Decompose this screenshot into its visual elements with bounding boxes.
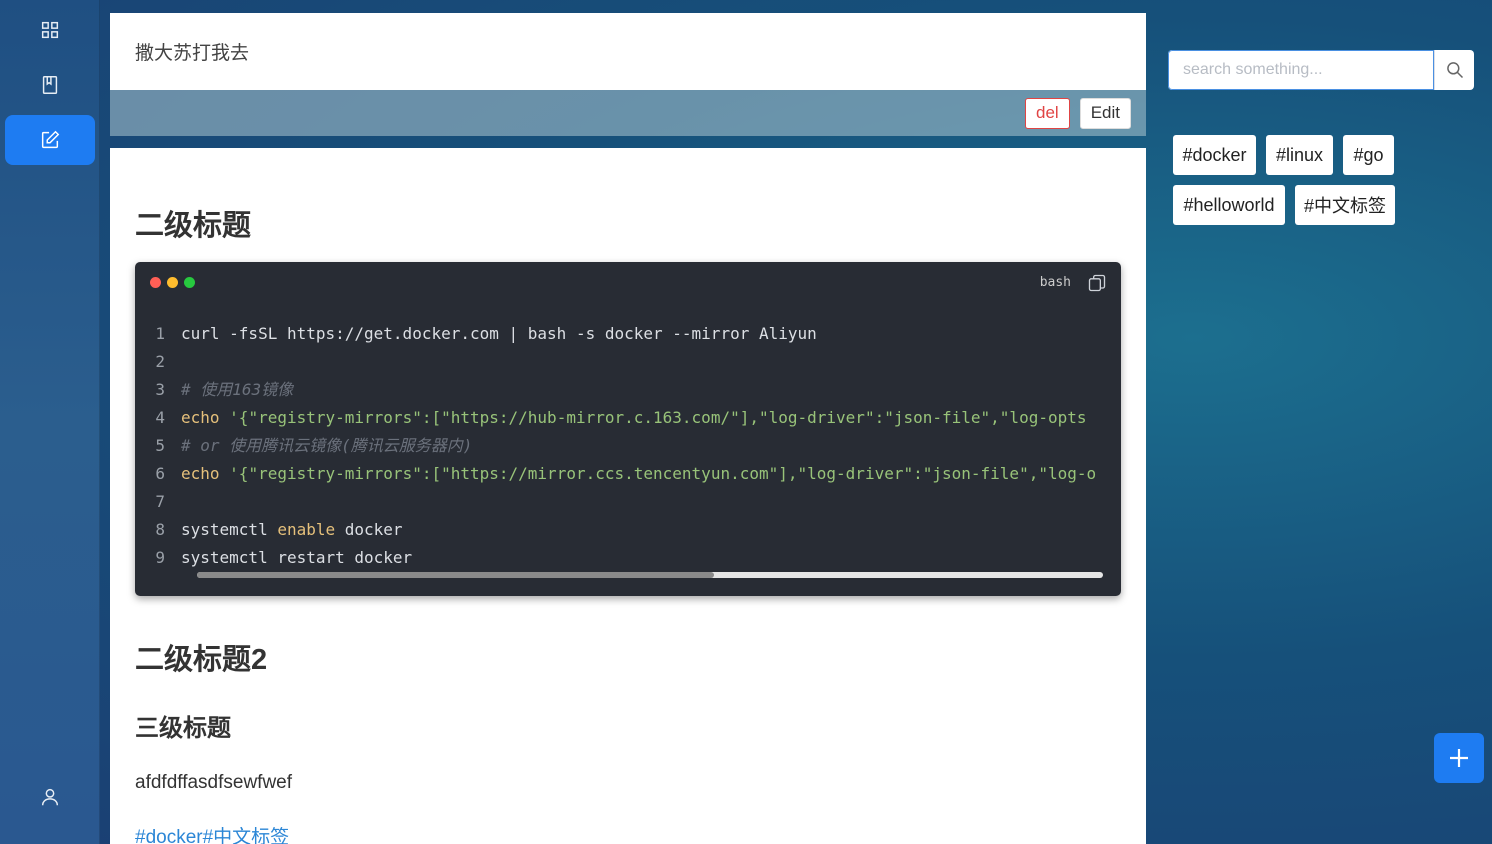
scrollbar-thumb[interactable] (197, 572, 714, 578)
dot-red-icon (150, 277, 161, 288)
heading-level-2: 二级标题 (135, 210, 252, 242)
line-number: 6 (155, 464, 165, 483)
code-token: docker (335, 520, 403, 539)
article-header: 撒大苏打我去 (110, 13, 1146, 90)
line-source: curl -fsSL https://get.docker.com | bash… (181, 320, 817, 348)
line-source: systemctl restart docker (181, 544, 412, 570)
code-horizontal-scrollbar[interactable] (197, 572, 1103, 578)
code-token: systemctl (181, 520, 278, 539)
line-number: 9 (155, 548, 165, 567)
line-source: systemctl enable docker (181, 516, 403, 544)
search-input[interactable] (1168, 50, 1434, 90)
code-line: 5 # or 使用腾讯云镜像(腾讯云服务器内) (135, 432, 1103, 460)
add-note-button[interactable] (1434, 733, 1484, 783)
delete-button[interactable]: del (1025, 97, 1070, 129)
nav-notes-button[interactable] (5, 60, 95, 110)
code-line: 4 echo '{"registry-mirrors":["https://hub… (135, 404, 1103, 432)
search-button[interactable] (1434, 50, 1474, 90)
paragraph: afdfdffasdfsewfwef (135, 772, 293, 793)
line-number: 7 (155, 492, 165, 511)
search-box (1168, 50, 1474, 90)
nav-write-button[interactable] (5, 115, 95, 165)
article-tag-links[interactable]: #docker#中文标签 (135, 822, 289, 844)
line-number: 3 (155, 380, 165, 399)
tag-docker[interactable]: #docker (1173, 135, 1256, 175)
code-token: # or 使用腾讯云镜像(腾讯云服务器内) (181, 436, 473, 455)
line-source: # or 使用腾讯云镜像(腾讯云服务器内) (181, 432, 472, 460)
code-token: # 使用163镜像 (181, 380, 294, 399)
code-line: 1 curl -fsSL https://get.docker.com | bas… (135, 320, 1103, 348)
line-source: echo '{"registry-mirrors":["https://hub-… (181, 404, 1087, 432)
book-icon (42, 76, 58, 94)
grid-icon (41, 21, 59, 39)
edit-icon (41, 130, 60, 149)
dot-yellow-icon (167, 277, 178, 288)
heading-level-2-second: 二级标题2 (135, 644, 268, 676)
line-source: echo '{"registry-mirrors":["https://mirr… (181, 460, 1096, 488)
copy-icon (1088, 274, 1106, 292)
code-line: 7 (135, 488, 1103, 516)
search-icon (1446, 62, 1463, 79)
code-token: echo (181, 464, 220, 483)
dot-green-icon (184, 277, 195, 288)
code-token: echo (181, 408, 220, 427)
tag-chinese[interactable]: #中文标签 (1295, 185, 1395, 225)
code-token: '{"registry-mirrors":["https://hub-mirro… (229, 408, 1087, 427)
line-source: # 使用163镜像 (181, 376, 293, 404)
line-number: 2 (155, 352, 165, 371)
code-token: enable (277, 520, 336, 539)
article-title: 撒大苏打我去 (135, 43, 250, 64)
code-token: '{"registry-mirrors":["https://mirror.cc… (229, 464, 1097, 483)
tag-linux[interactable]: #linux (1266, 135, 1333, 175)
code-language: bash (1039, 275, 1071, 290)
code-token: systemctl restart docker (181, 548, 413, 567)
tag-go[interactable]: #go (1343, 135, 1394, 175)
code-line: 2 (135, 348, 1103, 376)
line-number: 1 (155, 324, 165, 343)
edit-button[interactable]: Edit (1079, 97, 1131, 129)
line-number: 4 (155, 408, 165, 427)
code-token: curl -fsSL https://get.docker.com | bash… (181, 324, 817, 343)
nav-profile-button[interactable] (5, 772, 95, 822)
code-block: bash 1 curl -fsSL https://get.docker.com … (135, 262, 1121, 596)
plus-icon (1450, 749, 1468, 767)
line-number: 8 (155, 520, 165, 539)
code-line: 3 # 使用163镜像 (135, 376, 1103, 404)
line-number: 5 (155, 436, 165, 455)
user-icon (41, 788, 59, 806)
heading-level-3: 三级标题 (135, 715, 231, 742)
tag-helloworld[interactable]: #helloworld (1173, 185, 1285, 225)
code-line: 9 systemctl restart docker (135, 544, 1103, 570)
window-dots (150, 277, 195, 288)
code-lines: 1 curl -fsSL https://get.docker.com | bas… (135, 320, 1103, 570)
left-nav-rail (0, 0, 100, 844)
code-line: 6 echo '{"registry-mirrors":["https://mir… (135, 460, 1103, 488)
nav-dashboard-button[interactable] (5, 5, 95, 55)
copy-code-button[interactable] (1087, 273, 1107, 293)
article-toolbar: del Edit (110, 90, 1146, 136)
code-line: 8 systemctl enable docker (135, 516, 1103, 544)
article-content: 二级标题 bash 1 curl -fsSL https://get.docker… (110, 148, 1146, 844)
